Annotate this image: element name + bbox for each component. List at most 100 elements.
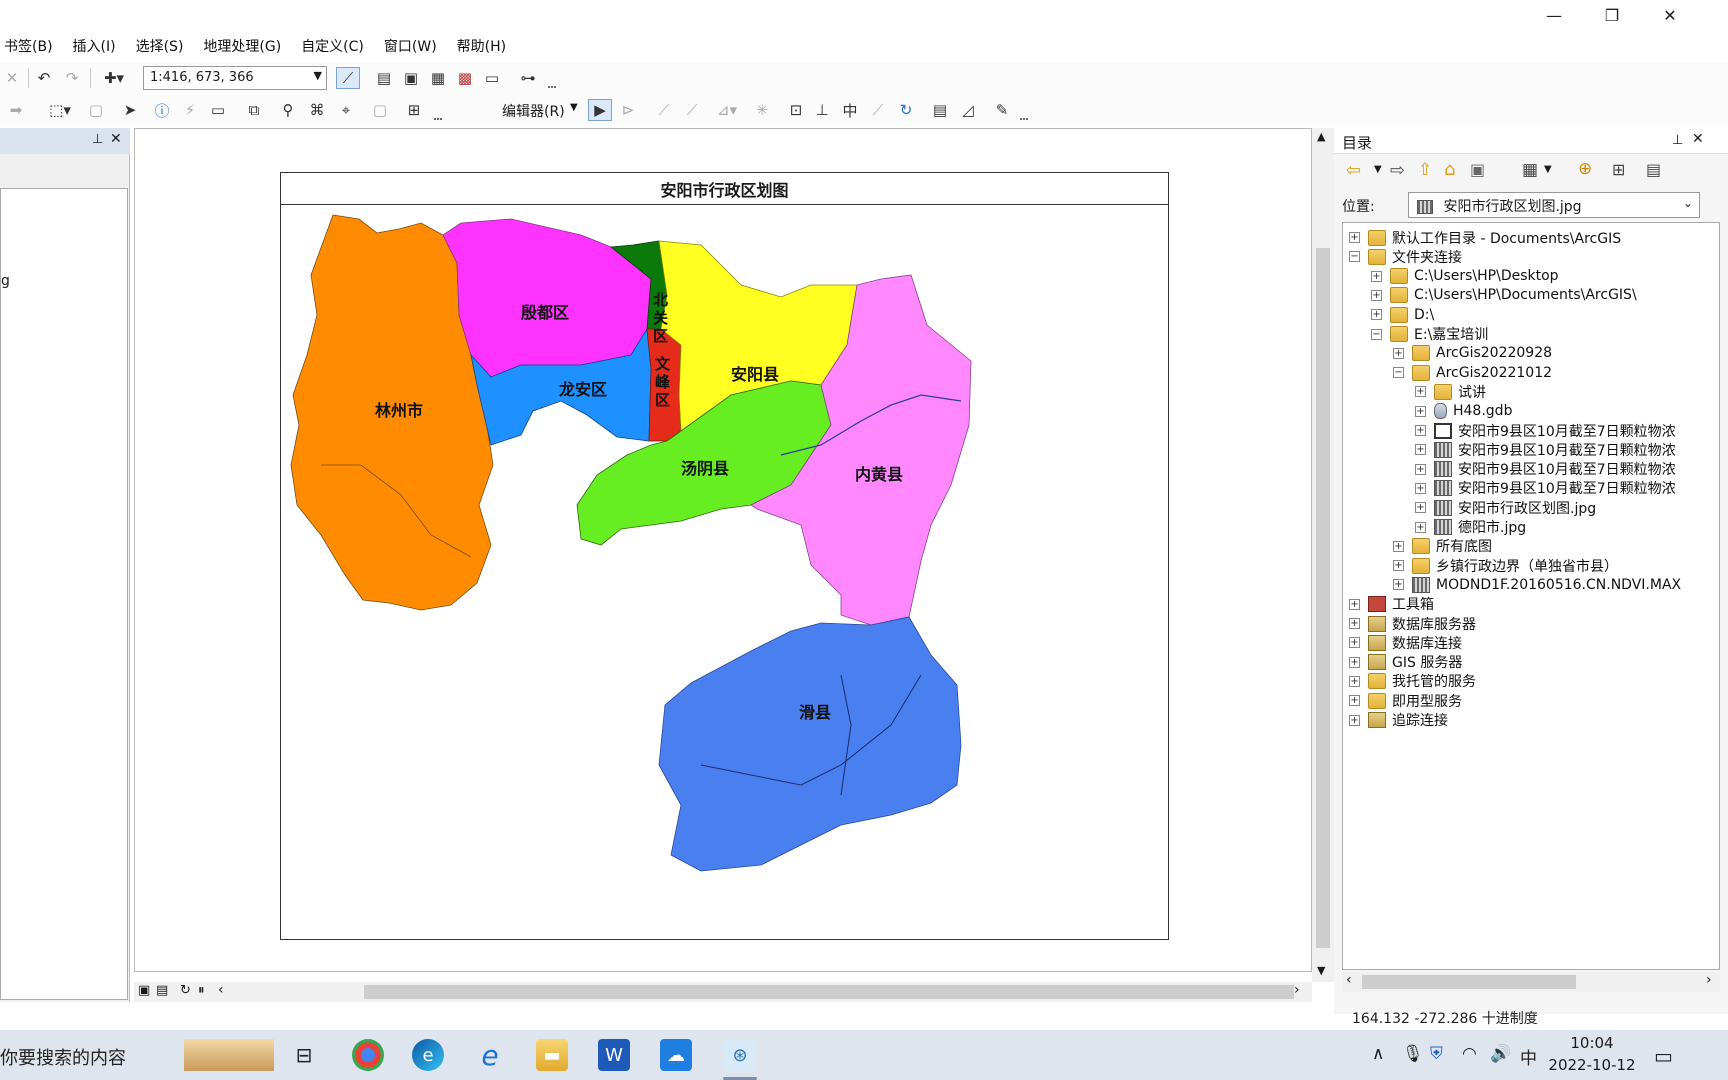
expand-icon[interactable]: + xyxy=(1349,598,1360,610)
menu-insert[interactable]: 插入(I) xyxy=(63,36,126,56)
select-elements-icon[interactable]: ➤ xyxy=(118,99,142,121)
point-icon[interactable]: ✳ xyxy=(750,99,774,121)
menu-selection[interactable]: 选择(S) xyxy=(126,36,194,56)
task-view-icon[interactable]: ⊟ xyxy=(288,1039,320,1071)
pause-drawing-icon[interactable]: ⏸ xyxy=(198,983,205,998)
collapse-icon[interactable]: − xyxy=(1371,328,1382,340)
home-icon[interactable]: ⌂ xyxy=(1444,159,1455,180)
arcmap-icon[interactable]: ⊛ xyxy=(724,1039,756,1071)
pin-icon[interactable]: ⊥ xyxy=(1672,133,1683,148)
split-icon[interactable]: ⟋ xyxy=(866,99,890,121)
search-window-icon[interactable]: ▦ xyxy=(426,67,450,89)
redo-icon[interactable]: ↷ xyxy=(60,67,84,89)
menu-customize[interactable]: 自定义(C) xyxy=(291,36,374,56)
catalog-tree-item[interactable]: + 安阳市9县区10月截至7日颗粒物浓 xyxy=(1415,439,1676,460)
expand-icon[interactable]: + xyxy=(1393,560,1404,572)
catalog-tree-item[interactable]: + 数据库服务器 xyxy=(1349,613,1476,634)
catalog-tree-item[interactable]: + GIS 服务器 xyxy=(1349,652,1462,673)
expand-icon[interactable]: + xyxy=(1415,405,1426,417)
sketch-properties-icon[interactable]: ◿ xyxy=(956,99,980,121)
expand-icon[interactable]: + xyxy=(1371,309,1382,321)
data-view-icon[interactable]: ▣ xyxy=(138,983,150,998)
clear-selection-icon[interactable]: ▢ xyxy=(84,99,108,121)
catalog-tree-item[interactable]: − E:\嘉宝培训 xyxy=(1371,324,1488,345)
find-route-icon[interactable]: ⌘ xyxy=(305,99,329,121)
straight-segment-icon[interactable]: ⟋ xyxy=(652,99,676,121)
ime-indicator[interactable]: 中 xyxy=(1520,1044,1537,1069)
expand-icon[interactable]: + xyxy=(1393,347,1404,359)
chrome-icon[interactable] xyxy=(352,1039,384,1071)
catalog-tree-item[interactable]: + 安阳市9县区10月截至7日颗粒物浓 xyxy=(1415,459,1676,480)
pin-icon[interactable]: ⊥ xyxy=(92,132,103,147)
attributes-icon[interactable]: ▤ xyxy=(928,99,952,121)
expand-icon[interactable]: + xyxy=(1415,482,1426,494)
taskbar-search-box[interactable]: 你要搜索的内容 xyxy=(0,1044,126,1070)
catalog-tree-item[interactable]: + C:\Users\HP\Desktop xyxy=(1371,266,1559,287)
expand-icon[interactable]: + xyxy=(1393,540,1404,552)
arctoolbox-icon[interactable]: ▩ xyxy=(453,67,477,89)
expand-icon[interactable]: + xyxy=(1371,289,1382,301)
scroll-left-icon[interactable]: ‹ xyxy=(218,982,224,998)
model-builder-icon[interactable]: ⊶ xyxy=(516,67,540,89)
chevron-down-icon[interactable]: ⌄ xyxy=(1683,196,1693,210)
select-features-icon[interactable]: ⬚▾ xyxy=(42,99,78,121)
collapse-icon[interactable]: − xyxy=(1349,251,1360,263)
expand-icon[interactable]: + xyxy=(1349,637,1360,649)
expand-icon[interactable]: + xyxy=(1349,656,1360,668)
microphone-icon[interactable]: 🎙 xyxy=(1402,1044,1424,1064)
hyperlink-icon[interactable]: ⚡ xyxy=(178,99,202,121)
go-forward-icon[interactable]: ➡ xyxy=(4,99,28,121)
back-icon[interactable]: ⇦ xyxy=(1346,160,1361,181)
editor-toolbar-toggle-icon[interactable]: ⟋ xyxy=(336,67,360,89)
expand-icon[interactable]: + xyxy=(1415,463,1426,475)
expand-icon[interactable]: + xyxy=(1349,714,1360,726)
scroll-thumb[interactable] xyxy=(1362,975,1576,989)
scroll-down-icon[interactable]: ▼ xyxy=(1317,964,1325,977)
catalog-tree-item[interactable]: + 所有底图 xyxy=(1393,536,1492,557)
expand-icon[interactable]: + xyxy=(1415,386,1426,398)
catalog-horizontal-scrollbar[interactable]: ‹ › xyxy=(1342,972,1720,992)
scroll-thumb[interactable] xyxy=(364,985,1294,999)
end-point-arc-icon[interactable]: ⟋ xyxy=(680,99,704,121)
toc-layer-item[interactable]: g xyxy=(1,273,10,289)
views-icon[interactable]: ▦ xyxy=(1522,160,1538,180)
word-icon[interactable]: W xyxy=(598,1039,630,1071)
clock-time[interactable]: 10:04 xyxy=(1552,1034,1632,1052)
scroll-thumb[interactable] xyxy=(1316,248,1330,948)
delete-icon[interactable]: ✕ xyxy=(0,67,24,89)
reshape-icon[interactable]: ⊥ xyxy=(810,99,834,121)
expand-icon[interactable]: + xyxy=(1349,232,1360,243)
scroll-left-icon[interactable]: ‹ xyxy=(1346,972,1352,988)
catalog-tree-item[interactable]: + 试讲 xyxy=(1415,381,1486,402)
cut-polygons-icon[interactable]: 中 xyxy=(838,99,862,121)
location-input[interactable]: 安阳市行政区划图.jpg ⌄ xyxy=(1408,192,1700,218)
edit-annotation-icon[interactable]: ⊳ xyxy=(616,99,640,121)
scroll-right-icon[interactable]: › xyxy=(1294,982,1300,998)
catalog-tree-item[interactable]: + ArcGis20220928 xyxy=(1393,343,1552,364)
catalog-tree-item[interactable]: − ArcGis20221012 xyxy=(1393,362,1552,383)
wifi-icon[interactable]: ◠ xyxy=(1462,1044,1477,1064)
close-icon[interactable]: ✕ xyxy=(110,131,122,147)
catalog-tree-item[interactable]: + 乡镇行政边界（单独省市县） xyxy=(1393,555,1618,576)
cloud-app-icon[interactable]: ☁ xyxy=(660,1039,692,1071)
scroll-up-icon[interactable]: ▲ xyxy=(1317,130,1325,143)
find-icon[interactable]: ⚲ xyxy=(276,99,300,121)
catalog-tree-item[interactable]: + 追踪连接 xyxy=(1349,710,1448,731)
catalog-tree-item[interactable]: + 工具箱 xyxy=(1349,594,1434,615)
search-highlight-icon[interactable] xyxy=(184,1039,274,1071)
options-icon[interactable]: ▤ xyxy=(1646,160,1661,179)
file-explorer-icon[interactable]: ▬ xyxy=(536,1039,568,1071)
measure-icon[interactable]: ⧉ xyxy=(242,99,266,121)
expand-icon[interactable]: + xyxy=(1349,618,1360,629)
close-window-button[interactable]: ✕ xyxy=(1642,0,1698,30)
add-data-icon[interactable]: ✚▾ xyxy=(96,67,132,89)
clock-date[interactable]: 2022-10-12 xyxy=(1540,1056,1644,1074)
chevron-down-icon[interactable]: ▼ xyxy=(1374,164,1382,175)
catalog-tree-item[interactable]: + 安阳市行政区划图.jpg xyxy=(1415,497,1596,518)
catalog-tree-item[interactable]: + C:\Users\HP\Documents\ArcGIS\ xyxy=(1371,285,1637,306)
chevron-down-icon[interactable]: ▼ xyxy=(1544,164,1552,175)
expand-icon[interactable]: + xyxy=(1349,695,1360,707)
expand-icon[interactable]: + xyxy=(1415,444,1426,456)
rotate-icon[interactable]: ↻ xyxy=(894,99,918,121)
catalog-tree-item[interactable]: + 即用型服务 xyxy=(1349,690,1462,711)
